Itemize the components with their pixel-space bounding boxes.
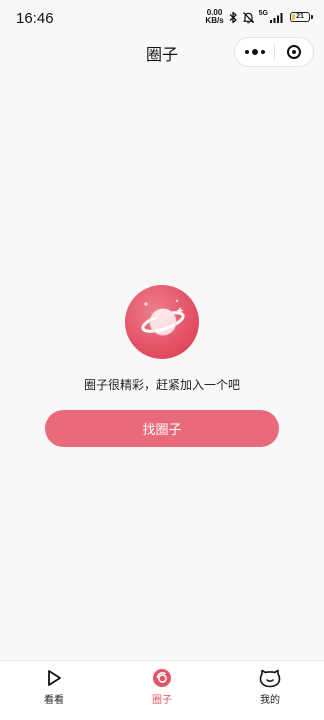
find-circle-button[interactable]: 找圈子 bbox=[45, 410, 279, 447]
battery-level: 21 bbox=[296, 13, 304, 20]
status-time: 16:46 bbox=[16, 10, 54, 27]
tab-mine-label: 我的 bbox=[260, 695, 280, 706]
tab-watch-label: 看看 bbox=[44, 695, 64, 706]
battery-icon: 21 bbox=[290, 12, 313, 22]
target-close-icon-center bbox=[291, 50, 296, 54]
tab-watch[interactable]: 看看 bbox=[0, 661, 108, 720]
more-dots-icon-right bbox=[260, 50, 265, 54]
target-close-icon bbox=[286, 45, 301, 59]
network-type: 5G bbox=[258, 9, 268, 17]
tab-circle-label: 圈子 bbox=[152, 695, 172, 706]
tab-bar: 看看 圈子 我的 bbox=[0, 660, 324, 720]
navigation-bar: 圈子 bbox=[0, 36, 324, 68]
mini-program-capsule bbox=[234, 37, 314, 67]
more-dots-icon-center bbox=[251, 49, 258, 55]
battery-tip bbox=[311, 15, 313, 19]
bluetooth-icon bbox=[228, 11, 238, 24]
planet-icon bbox=[125, 285, 199, 359]
screen: 16:46 0.00 KB/s 5G 21 圈子 圈子很精彩，赶紧加入一个吧 找… bbox=[0, 0, 324, 720]
close-button[interactable] bbox=[275, 38, 313, 66]
mute-bell-icon bbox=[242, 11, 255, 24]
status-icons: 0.00 KB/s 5G 21 bbox=[205, 9, 313, 25]
network-speed-unit: KB/s bbox=[205, 16, 224, 25]
tab-mine[interactable]: 我的 bbox=[216, 661, 324, 720]
play-icon bbox=[43, 667, 65, 689]
signal-icon bbox=[270, 12, 284, 23]
empty-state-message: 圈子很精彩，赶紧加入一个吧 bbox=[83, 378, 240, 392]
network-speed: 0.00 KB/s bbox=[205, 9, 223, 25]
face-icon bbox=[259, 667, 281, 689]
more-dots-icon bbox=[244, 50, 249, 54]
status-bar: 16:46 0.00 KB/s 5G 21 bbox=[0, 0, 324, 36]
tab-circle[interactable]: 圈子 bbox=[108, 661, 216, 720]
more-button[interactable] bbox=[235, 38, 274, 66]
circle-icon bbox=[151, 667, 173, 689]
